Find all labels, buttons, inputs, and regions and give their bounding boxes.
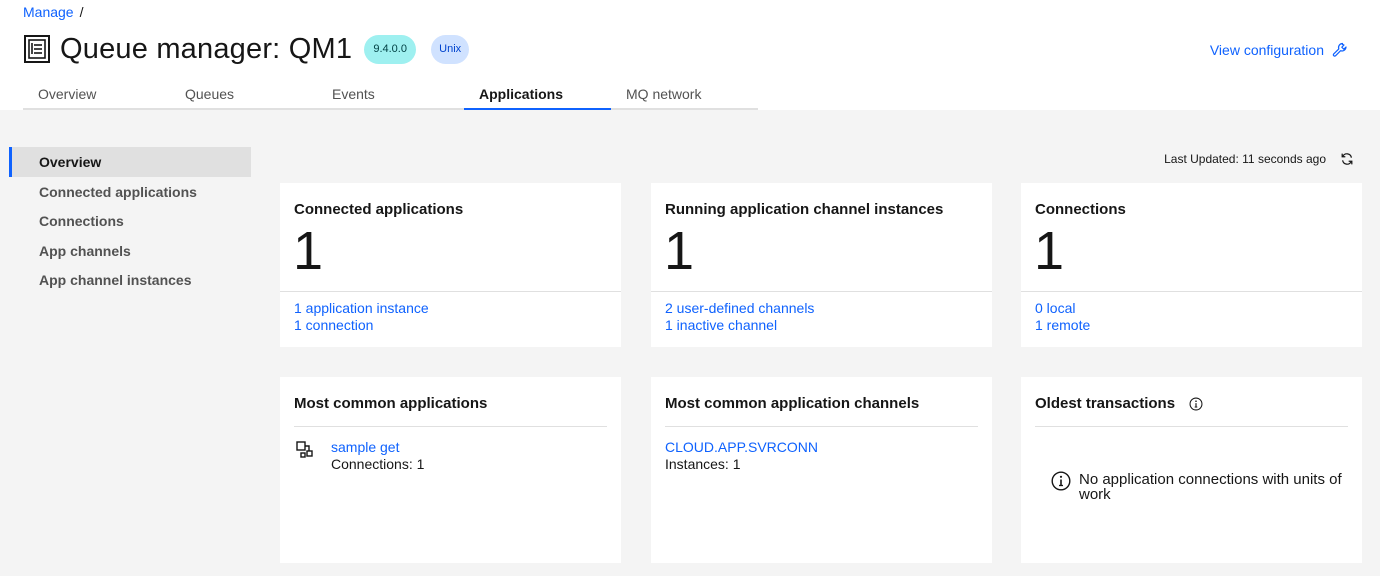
tab-list: Overview Queues Events Applications MQ n…	[23, 78, 758, 110]
connections-count: 1	[1034, 221, 1065, 281]
card-title: Connected applications	[294, 201, 464, 218]
breadcrumb-manage-link[interactable]: Manage	[23, 4, 74, 20]
breadcrumb: Manage /	[23, 4, 83, 20]
tab-overview[interactable]: Overview	[23, 78, 170, 110]
user-defined-channels-link[interactable]: 2 user-defined channels	[665, 300, 814, 317]
application-name-link[interactable]: sample get	[331, 439, 424, 456]
version-tag: 9.4.0.0	[364, 34, 417, 64]
sidenav-item-connected-applications[interactable]: Connected applications	[9, 177, 251, 207]
running-channel-instances-card: Running application channel instances 1 …	[651, 183, 992, 347]
list-item: sample get Connections: 1	[296, 439, 424, 473]
page-header: Manage / Queue manager: QM1 9.4.0.0 Unix …	[0, 0, 1380, 110]
sidenav-item-app-channel-instances[interactable]: App channel instances	[9, 265, 251, 295]
most-common-channels-card: Most common application channels CLOUD.A…	[651, 377, 992, 563]
information-icon	[1051, 471, 1071, 491]
divider	[280, 291, 621, 292]
card-title: Running application channel instances	[665, 201, 944, 218]
tab-applications[interactable]: Applications	[464, 78, 611, 110]
local-connections-link[interactable]: 0 local	[1035, 300, 1090, 317]
wrench-icon	[1332, 42, 1347, 57]
empty-state-message: No application connections with units of…	[1079, 471, 1342, 503]
title-row: Queue manager: QM1 9.4.0.0 Unix	[24, 30, 470, 68]
divider	[294, 426, 607, 427]
connection-link[interactable]: 1 connection	[294, 317, 429, 334]
inactive-channel-link[interactable]: 1 inactive channel	[665, 317, 814, 334]
card-title: Connections	[1035, 201, 1126, 218]
divider	[1035, 426, 1348, 427]
connections-card: Connections 1 0 local 1 remote	[1021, 183, 1362, 347]
information-icon[interactable]	[1189, 397, 1203, 411]
running-channel-instances-count: 1	[664, 221, 695, 281]
breadcrumb-separator: /	[79, 4, 84, 20]
channel-details: CLOUD.APP.SVRCONN Instances: 1	[665, 439, 818, 473]
oldest-transactions-title: Oldest transactions	[1035, 395, 1176, 412]
application-icon	[296, 441, 313, 458]
application-connections: Connections: 1	[331, 456, 425, 472]
tab-mq-network[interactable]: MQ network	[611, 78, 758, 110]
remote-connections-link[interactable]: 1 remote	[1035, 317, 1090, 334]
oldest-transactions-card: Oldest transactions No application conne…	[1021, 377, 1362, 563]
os-tag: Unix	[431, 34, 470, 64]
channel-name-link[interactable]: CLOUD.APP.SVRCONN	[665, 439, 818, 456]
channel-instances: Instances: 1	[665, 456, 741, 472]
divider	[1021, 291, 1362, 292]
queue-manager-icon	[24, 35, 50, 63]
most-common-applications-card: Most common applications sample get Conn…	[280, 377, 621, 563]
list-item: CLOUD.APP.SVRCONN Instances: 1	[665, 439, 818, 473]
last-updated-text: Last Updated: 11 seconds ago	[1164, 152, 1326, 166]
side-navigation: Overview Connected applications Connecti…	[9, 147, 251, 295]
refresh-icon[interactable]	[1340, 152, 1354, 166]
view-configuration-label: View configuration	[1209, 42, 1324, 58]
app-details: sample get Connections: 1	[331, 439, 424, 473]
application-instance-link[interactable]: 1 application instance	[294, 300, 429, 317]
card-links: 2 user-defined channels 1 inactive chann…	[665, 300, 814, 334]
divider	[665, 426, 978, 427]
last-updated: Last Updated: 11 seconds ago	[1164, 152, 1354, 166]
card-title: Most common application channels	[665, 395, 920, 412]
sidenav-item-app-channels[interactable]: App channels	[9, 236, 251, 266]
empty-state: No application connections with units of…	[1051, 471, 1351, 503]
tab-queues[interactable]: Queues	[170, 78, 317, 110]
connected-applications-count: 1	[293, 221, 324, 281]
sidenav-item-overview[interactable]: Overview	[9, 147, 251, 177]
card-links: 0 local 1 remote	[1035, 300, 1090, 334]
connected-applications-card: Connected applications 1 1 application i…	[280, 183, 621, 347]
divider	[651, 291, 992, 292]
page-title: Queue manager: QM1	[60, 32, 353, 65]
tab-events[interactable]: Events	[317, 78, 464, 110]
card-title: Oldest transactions	[1021, 377, 1362, 412]
sidenav-item-connections[interactable]: Connections	[9, 206, 251, 236]
card-title: Most common applications	[294, 395, 488, 412]
card-links: 1 application instance 1 connection	[294, 300, 429, 334]
view-configuration-link[interactable]: View configuration	[1210, 42, 1348, 58]
